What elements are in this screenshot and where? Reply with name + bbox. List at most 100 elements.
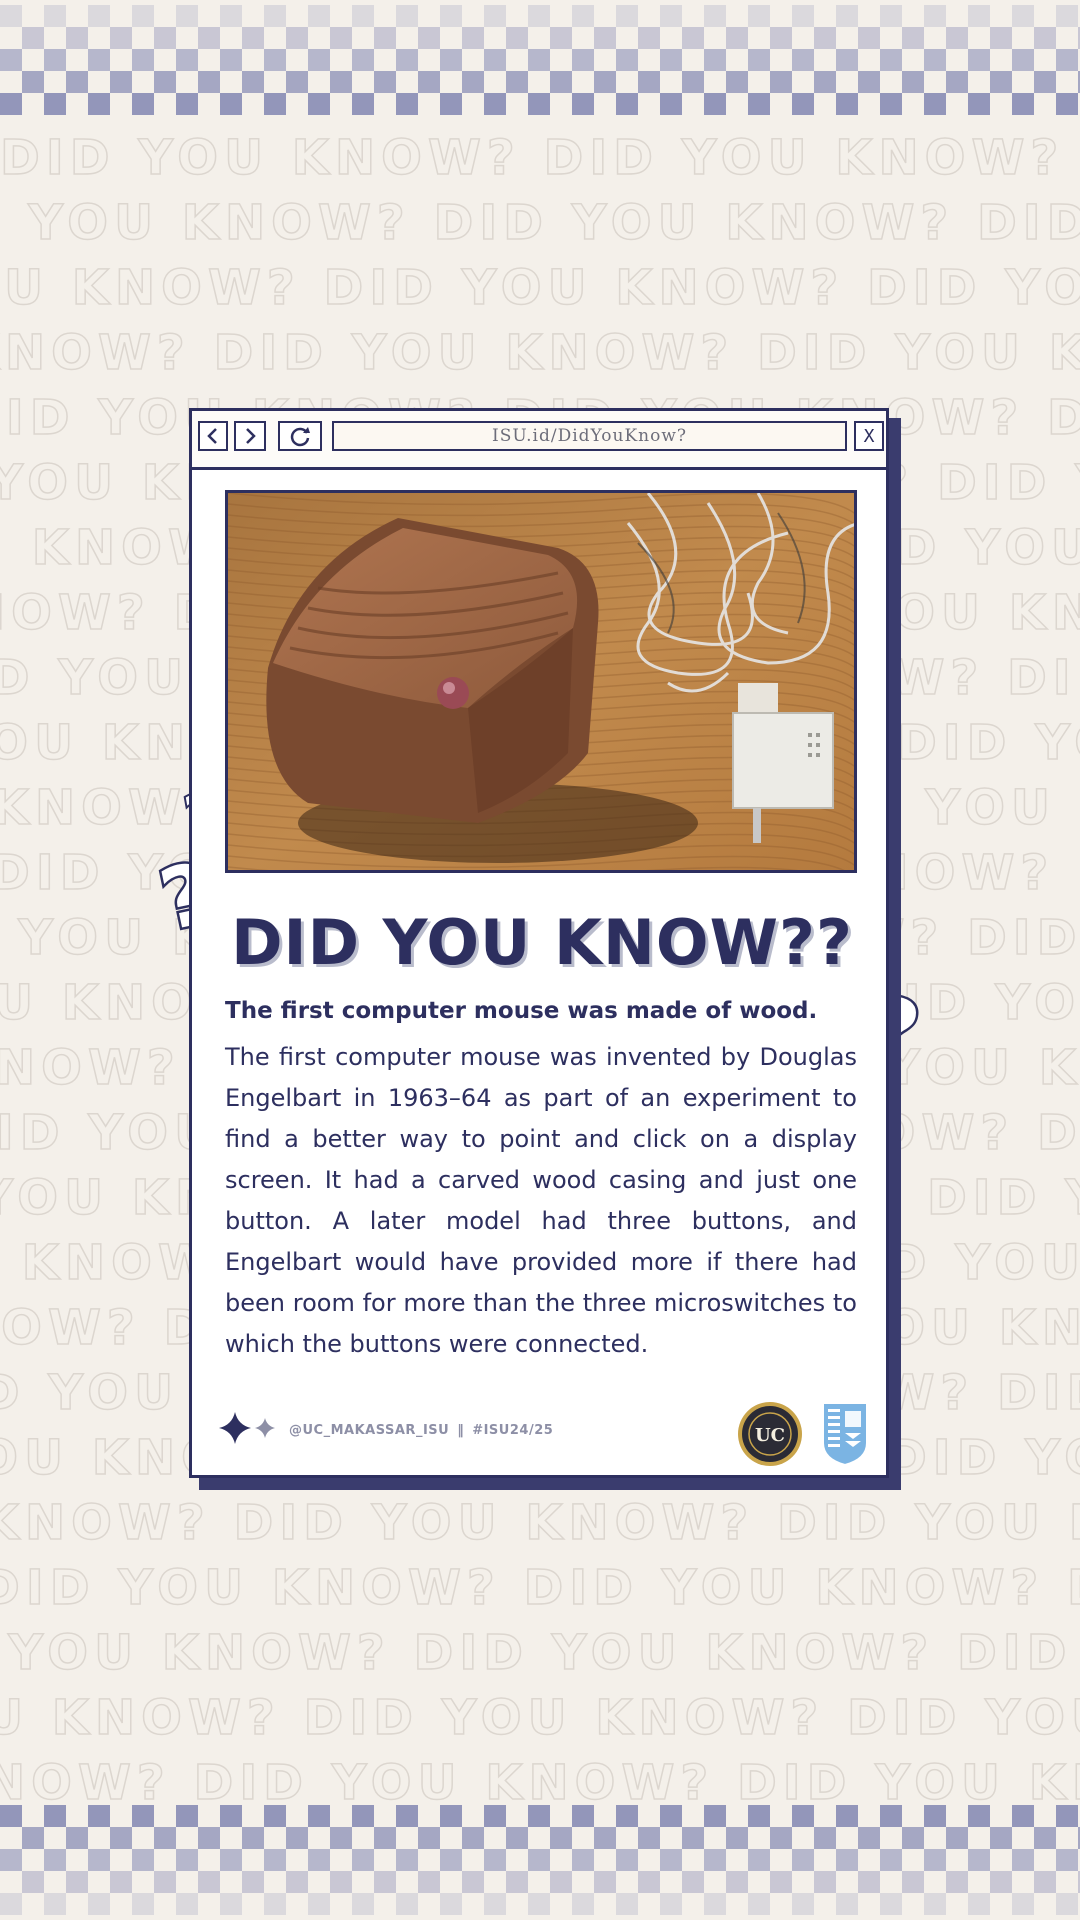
checker-square	[836, 1893, 858, 1915]
checker-square	[902, 71, 924, 93]
checker-square	[0, 1893, 22, 1915]
checker-square	[748, 49, 770, 71]
checker-square	[550, 27, 572, 49]
checker-square	[638, 1827, 660, 1849]
watermark-line: DID YOU KNOW? DID YOU KNOW? DID YOU KNOW…	[0, 324, 1080, 382]
reload-button[interactable]	[278, 421, 322, 451]
checker-square	[1056, 49, 1078, 71]
checker-square	[132, 93, 154, 115]
checker-square	[264, 49, 286, 71]
checker-square	[1012, 49, 1034, 71]
checker-square	[374, 1827, 396, 1849]
checker-square	[638, 1871, 660, 1893]
watermark-line: DID YOU KNOW? DID YOU KNOW? DID YOU KNOW…	[0, 1624, 1080, 1682]
checker-square	[264, 1805, 286, 1827]
checker-square	[836, 1849, 858, 1871]
checker-square	[924, 1805, 946, 1827]
checker-square	[704, 1805, 726, 1827]
headline: DID YOU KNOW??	[231, 906, 853, 979]
checker-square	[418, 27, 440, 49]
checker-square	[484, 1805, 506, 1827]
checker-square	[704, 1849, 726, 1871]
watermark-line: DID YOU KNOW? DID YOU KNOW? DID YOU KNOW…	[0, 1494, 1080, 1552]
checker-square	[0, 93, 22, 115]
checker-square	[616, 1893, 638, 1915]
checker-square	[572, 49, 594, 71]
checker-square	[22, 1827, 44, 1849]
checker-square	[660, 49, 682, 71]
checker-square	[836, 93, 858, 115]
checker-square	[286, 27, 308, 49]
checker-square	[924, 1893, 946, 1915]
checker-square	[264, 1893, 286, 1915]
checker-square	[660, 1805, 682, 1827]
checker-square	[176, 1893, 198, 1915]
checker-square	[44, 1849, 66, 1871]
watermark-line: DID YOU KNOW? DID YOU KNOW? DID YOU KNOW…	[0, 259, 1080, 317]
checker-square	[308, 1893, 330, 1915]
checker-square	[484, 49, 506, 71]
checker-square	[572, 1805, 594, 1827]
reload-icon	[290, 427, 310, 447]
watermark-line: DID YOU KNOW? DID YOU KNOW? DID YOU KNOW…	[0, 1754, 1080, 1810]
checker-square	[660, 1849, 682, 1871]
checker-square	[242, 1827, 264, 1849]
close-button[interactable]: X	[854, 421, 884, 451]
checker-square	[682, 71, 704, 93]
checker-square	[946, 1871, 968, 1893]
checker-square	[880, 1805, 902, 1827]
checker-square	[440, 1849, 462, 1871]
checker-square	[44, 93, 66, 115]
checker-square	[176, 49, 198, 71]
checker-square	[880, 5, 902, 27]
checker-square	[88, 1893, 110, 1915]
checker-square	[330, 27, 352, 49]
checker-square	[110, 27, 132, 49]
checker-square	[946, 71, 968, 93]
checker-square	[88, 1849, 110, 1871]
checker-square	[660, 1893, 682, 1915]
checker-square	[858, 1827, 880, 1849]
checker-square	[88, 1805, 110, 1827]
checker-square	[440, 1893, 462, 1915]
checker-square	[374, 71, 396, 93]
checker-square	[528, 5, 550, 27]
checker-square	[132, 1849, 154, 1871]
checker-square	[462, 27, 484, 49]
checker-square	[528, 93, 550, 115]
watermark-line: DID YOU KNOW? DID YOU KNOW? DID YOU KNOW…	[0, 194, 1080, 252]
checker-square	[44, 5, 66, 27]
checker-square	[1012, 1805, 1034, 1827]
checker-square	[550, 1827, 572, 1849]
back-button[interactable]	[198, 421, 228, 451]
checker-square	[418, 1871, 440, 1893]
checker-square	[924, 49, 946, 71]
checker-square	[132, 1893, 154, 1915]
url-bar[interactable]: ISU.id/DidYouKnow?	[332, 421, 847, 451]
checker-square	[1012, 1893, 1034, 1915]
checker-square	[198, 1871, 220, 1893]
checker-square	[638, 27, 660, 49]
checker-square	[616, 1805, 638, 1827]
checker-square	[616, 1849, 638, 1871]
checker-square	[1056, 1805, 1078, 1827]
checker-square	[1056, 93, 1078, 115]
checker-square	[594, 1827, 616, 1849]
checker-square	[704, 1893, 726, 1915]
checker-square	[748, 93, 770, 115]
checker-square	[814, 1827, 836, 1849]
checker-square	[154, 71, 176, 93]
checker-square	[66, 27, 88, 49]
svg-text:UC: UC	[755, 1425, 785, 1446]
checker-square	[990, 1827, 1012, 1849]
checker-square	[880, 49, 902, 71]
watermark-line: DID YOU KNOW? DID YOU KNOW? DID YOU KNOW…	[0, 129, 1080, 187]
checker-square	[770, 71, 792, 93]
checker-square	[682, 1871, 704, 1893]
checker-square	[506, 27, 528, 49]
forward-button[interactable]	[234, 421, 266, 451]
checker-square	[440, 1805, 462, 1827]
checker-square	[858, 1871, 880, 1893]
checker-square	[198, 71, 220, 93]
checker-square	[748, 1893, 770, 1915]
